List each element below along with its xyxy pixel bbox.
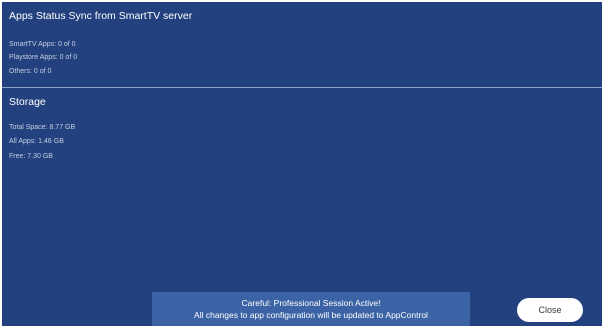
toast-warning-text: Careful: Professional Session Active! [241, 298, 381, 308]
all-apps-space-value: All Apps: 1.46 GB [9, 138, 64, 145]
other-apps-status: Others: 0 of 0 [9, 68, 52, 75]
close-button[interactable]: Close [517, 298, 583, 322]
free-space-value: Free: 7.30 GB [9, 153, 53, 160]
smarttv-apps-status: SmartTV Apps: 0 of 0 [9, 41, 76, 48]
total-space-value: Total Space: 8.77 GB [9, 124, 76, 131]
professional-session-toast: Careful: Professional Session Active! Al… [152, 292, 470, 326]
app-status-screen: Apps Status Sync from SmartTV server Sma… [2, 2, 602, 326]
toast-detail-text: All changes to app configuration will be… [194, 310, 428, 320]
playstore-apps-status: Playstore Apps: 0 of 0 [9, 54, 78, 61]
storage-section-title: Storage [9, 96, 46, 108]
section-divider [2, 87, 602, 88]
sync-section-title: Apps Status Sync from SmartTV server [9, 10, 193, 22]
